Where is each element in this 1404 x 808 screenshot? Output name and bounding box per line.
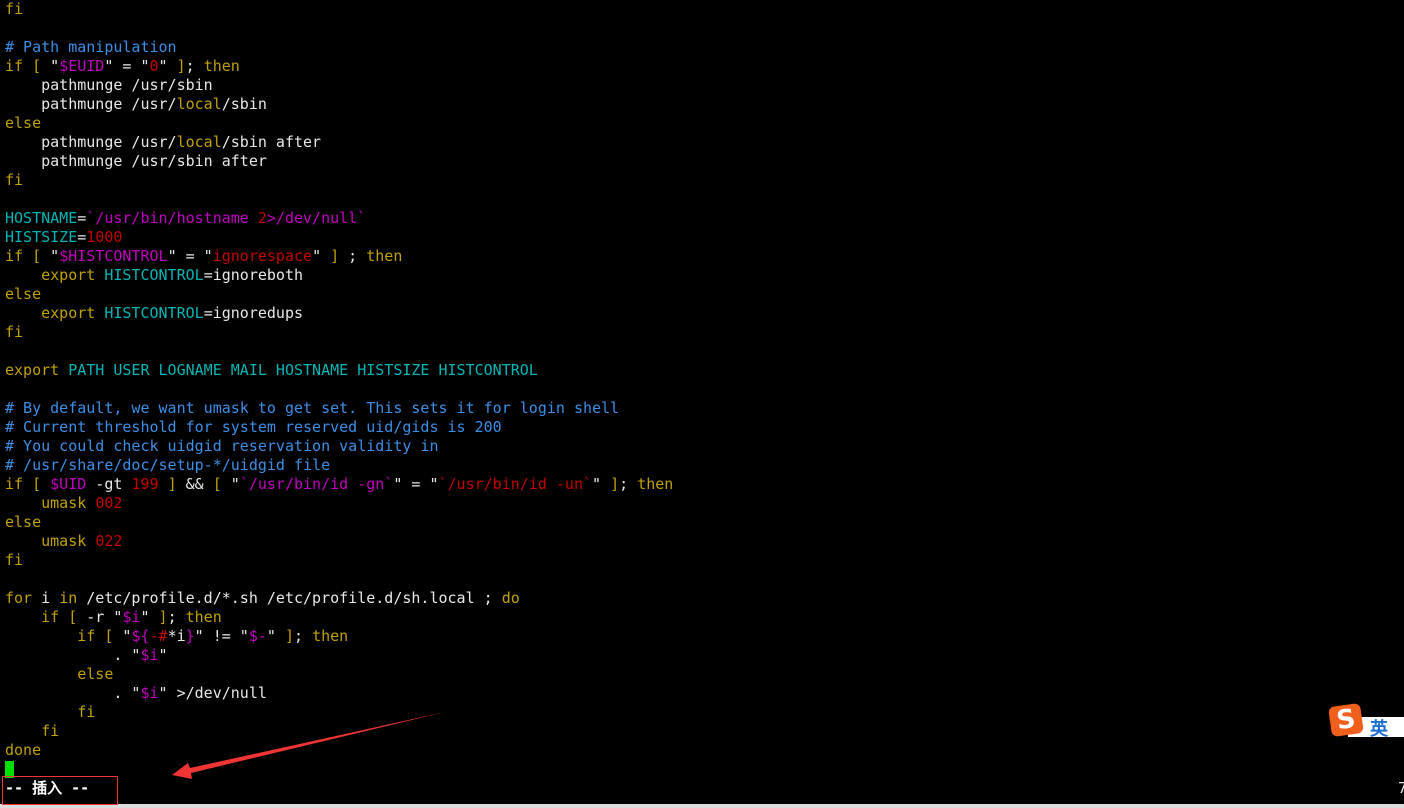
ime-language-toggle[interactable]: 英 bbox=[1370, 715, 1388, 741]
arrow-shaft bbox=[172, 712, 445, 779]
ime-status-widget[interactable]: S 英 bbox=[1328, 702, 1404, 740]
annotation-arrow bbox=[172, 712, 445, 779]
sogou-logo-icon: S bbox=[1328, 702, 1364, 738]
